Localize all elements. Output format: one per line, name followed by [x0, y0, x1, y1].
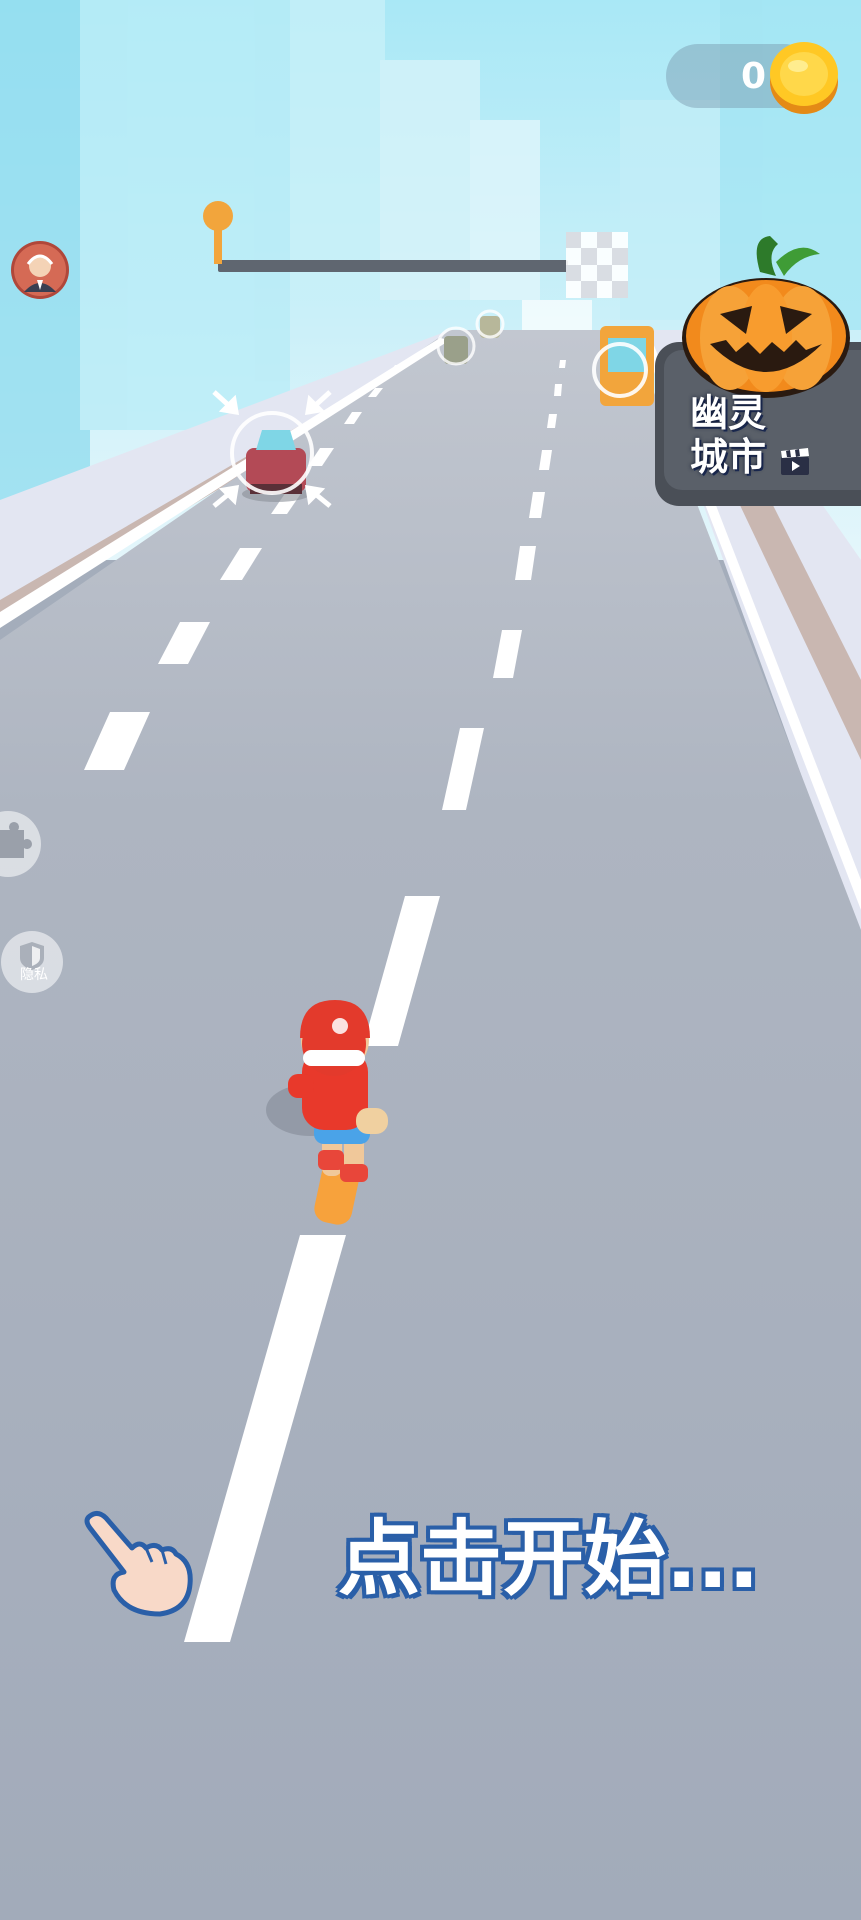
- level-name-line2: 城市: [690, 435, 767, 479]
- tap-to-start-hint: 点击开始...: [338, 1512, 760, 1607]
- coin-count: 0: [740, 56, 766, 97]
- checkered-flag-icon: [566, 232, 628, 298]
- puzzle-button[interactable]: [0, 810, 42, 878]
- avatar[interactable]: [10, 240, 70, 300]
- privacy-button[interactable]: [0, 930, 64, 994]
- coin-icon: [770, 42, 838, 114]
- clapperboard-icon: [781, 448, 809, 475]
- tap-hand-icon: [84, 1510, 193, 1617]
- progress-pin-icon: [203, 201, 233, 264]
- finish-line: [522, 300, 592, 330]
- level-progress-bar: [218, 260, 568, 272]
- pumpkin-icon: [682, 236, 850, 398]
- bus-yellow: [592, 326, 654, 406]
- level-name-line1: 幽灵: [690, 391, 767, 435]
- privacy-label: 隐私: [20, 967, 48, 983]
